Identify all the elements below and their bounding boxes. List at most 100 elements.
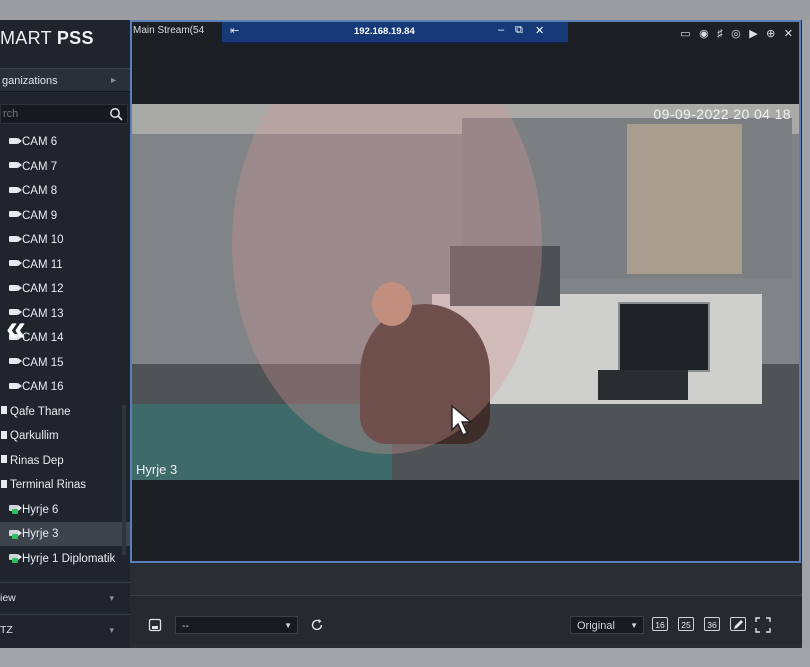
tree-item-qarkullim[interactable]: Qarkullim <box>0 424 123 448</box>
view-label: iew <box>0 592 16 604</box>
remote-ip: 192.168.19.84 <box>354 26 415 37</box>
tree-item-cam-15[interactable]: CAM 15 <box>0 351 131 375</box>
organizations-label: ganizations <box>2 75 58 87</box>
camera-icon <box>9 162 22 169</box>
chevron-down-icon: ▾ <box>109 625 114 635</box>
tree-item-label: CAM 6 <box>22 136 58 148</box>
camera-icon <box>9 137 22 144</box>
tree-item-cam-8[interactable]: CAM 8 <box>0 179 131 203</box>
tree-item-terminal-rinas[interactable]: Terminal Rinas <box>0 473 123 497</box>
ptz-section[interactable]: TZ ▾ <box>0 614 130 645</box>
tree-item-label: CAM 16 <box>22 381 64 393</box>
brand-bold: PSS <box>56 28 94 48</box>
app-window: MART PSS ganizations ▸ CAM 6 CAM 7 CAM 8… <box>0 0 810 667</box>
fullscreen-icon[interactable] <box>755 617 771 633</box>
brand-light: MART <box>0 28 52 48</box>
tree-item-qafe-thane[interactable]: Qafe Thane <box>0 400 123 424</box>
talk-icon[interactable]: ◎ <box>731 27 741 40</box>
split-36-button[interactable]: 36 <box>704 617 720 631</box>
snapshot-icon[interactable]: ◉ <box>699 27 709 40</box>
camera-online-icon <box>9 529 22 539</box>
window-edge <box>802 20 810 648</box>
remote-session-bar[interactable]: ⇤ 192.168.19.84 – ⧉ ✕ <box>222 22 568 43</box>
tree-item-label: Hyrje 6 <box>22 503 59 516</box>
chevron-right-icon: ▸ <box>110 75 116 86</box>
save-icon[interactable] <box>148 618 162 632</box>
pin-icon[interactable]: ⇤ <box>230 24 239 37</box>
tree-item-label: CAM 9 <box>22 209 58 222</box>
search-box[interactable] <box>0 104 128 124</box>
tree-item-label: Hyrje 1 Diplomatik <box>22 552 116 565</box>
restore-icon[interactable]: ⧉ <box>515 24 523 37</box>
sidebar-bottom: iew ▾ TZ ▾ <box>0 582 130 648</box>
feed-keyboard <box>598 370 688 400</box>
device-icon <box>1 406 7 415</box>
tree-item-label: CAM 15 <box>22 356 64 369</box>
search-icon[interactable] <box>109 107 123 121</box>
device-icon <box>1 430 7 439</box>
split-25-button[interactable]: 25 <box>678 617 694 631</box>
tree-item-hyrje-3[interactable]: Hyrje 3 <box>0 522 131 546</box>
zoom-icon[interactable]: ⊕ <box>766 27 775 40</box>
ptz-label: TZ <box>0 624 13 636</box>
tree-item-hyrje-1-diplomatik[interactable]: Hyrje 1 Diplomatik <box>0 547 131 571</box>
record-icon[interactable]: ▭ <box>680 27 690 40</box>
tree-item-hyrje-6[interactable]: Hyrje 6 <box>0 498 131 522</box>
split-16-button[interactable]: 16 <box>652 617 668 631</box>
layout-select[interactable]: -- ▼ <box>175 616 298 634</box>
camera-icon <box>9 235 22 242</box>
camera-online-icon <box>9 554 22 564</box>
tree-item-label: CAM 11 <box>22 258 63 271</box>
tree-item-cam-16[interactable]: CAM 16 <box>0 375 131 399</box>
sidebar: MART PSS ganizations ▸ CAM 6 CAM 7 CAM 8… <box>0 20 131 648</box>
camera-icon <box>9 260 22 267</box>
main-area: Main Stream(54 ⇤ 192.168.19.84 – ⧉ ✕ ▭ ◉… <box>130 20 810 648</box>
dropdown-arrow-icon: ▼ <box>284 621 292 630</box>
video-window[interactable]: Main Stream(54 ⇤ 192.168.19.84 – ⧉ ✕ ▭ ◉… <box>130 20 801 563</box>
device-icon <box>1 455 7 464</box>
minimize-icon[interactable]: – <box>498 24 504 36</box>
tree-item-cam-9[interactable]: CAM 9 <box>0 204 131 228</box>
chevron-down-icon: ▾ <box>109 593 114 603</box>
tree-item-label: Hyrje 3 <box>22 528 59 540</box>
refresh-icon[interactable] <box>310 618 324 632</box>
tree-item-cam-11[interactable]: CAM 11 <box>0 253 131 277</box>
scale-select[interactable]: Original ▼ <box>570 616 644 634</box>
app-logo: MART PSS <box>0 28 130 68</box>
tree-item-rinas-dep[interactable]: Rinas Dep <box>0 449 123 473</box>
collapse-left-icon[interactable]: « <box>6 310 26 346</box>
camera-icon <box>9 358 22 365</box>
camera-feed[interactable]: 09-09-2022 20 04 18 Hyrje 3 <box>132 104 799 480</box>
custom-split-button[interactable] <box>730 617 746 631</box>
organizations-header[interactable]: ganizations ▸ <box>0 68 130 92</box>
search-input[interactable] <box>1 105 105 123</box>
feed-laptop <box>618 302 710 372</box>
close-icon[interactable]: ✕ <box>535 24 544 37</box>
video-camera-name: Hyrje 3 <box>136 462 178 477</box>
tree-item-cam-10[interactable]: CAM 10 <box>0 228 131 252</box>
title-strip <box>0 0 810 20</box>
tree-scrollbar[interactable] <box>122 405 126 555</box>
tree-item-label: CAM 13 <box>22 307 64 320</box>
tree-item-label: Rinas Dep <box>10 454 64 467</box>
tree-item-label: CAM 8 <box>22 185 58 197</box>
tree-item-cam-7[interactable]: CAM 7 <box>0 155 131 179</box>
camera-icon <box>9 284 22 291</box>
tree-item-label: CAM 12 <box>22 283 64 295</box>
view-section[interactable]: iew ▾ <box>0 582 130 613</box>
tree-item-label: CAM 14 <box>22 332 64 344</box>
tree-item-label: Terminal Rinas <box>10 479 87 491</box>
tree-item-cam-6[interactable]: CAM 6 <box>0 130 131 154</box>
close-video-icon[interactable]: ✕ <box>784 27 793 40</box>
tree-item-label: Qafe Thane <box>10 405 71 418</box>
camera-icon <box>9 211 22 218</box>
tree-item-label: Qarkullim <box>10 430 59 442</box>
audio-icon[interactable]: ♯ <box>717 28 723 40</box>
play-icon[interactable]: ▶ <box>749 27 757 40</box>
camera-online-icon <box>9 505 22 515</box>
tree-item-cam-12[interactable]: CAM 12 <box>0 277 131 301</box>
video-controls: ▭ ◉ ♯ ◎ ▶ ⊕ ✕ <box>676 24 793 40</box>
device-icon <box>1 479 7 488</box>
bottom-toolbar: -- ▼ Original ▼ 16 25 36 <box>130 595 802 644</box>
camera-icon <box>9 382 22 389</box>
